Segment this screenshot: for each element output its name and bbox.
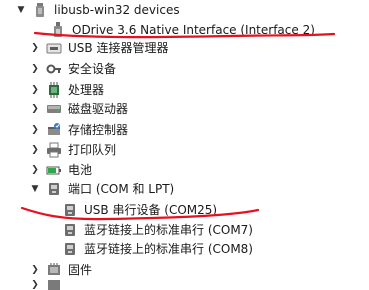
- tree-item-bt-serial-com7[interactable]: 蓝牙链接上的标准串行 (COM7): [62, 220, 253, 240]
- tree-item-label: USB 连接器管理器: [68, 41, 169, 55]
- device-icon: [46, 280, 62, 290]
- battery-icon: [46, 162, 62, 178]
- tree-item-label: 磁盘驱动器: [68, 102, 129, 116]
- chevron-right-icon[interactable]: ❯: [28, 99, 42, 119]
- tree-item-label: 电池: [68, 163, 93, 177]
- chevron-right-icon[interactable]: ❯: [28, 120, 42, 140]
- tree-item-label: 处理器: [68, 83, 105, 97]
- usb-connector-icon: [46, 40, 62, 56]
- tree-item-odrive[interactable]: ODrive 3.6 Native Interface (Interface 2…: [50, 20, 315, 40]
- tree-item-firmware[interactable]: ❯ 固件: [28, 260, 92, 280]
- tree-item-label: USB 串行设备 (COM25): [84, 203, 218, 217]
- tree-item-print-queues[interactable]: ❯ 打印队列: [28, 140, 116, 160]
- tree-item-label: 安全设备: [68, 62, 117, 76]
- security-key-icon: [46, 61, 62, 77]
- disk-drive-icon: [46, 101, 62, 117]
- usb-plug-icon: [50, 22, 66, 38]
- tree-item-label: libusb-win32 devices: [54, 3, 180, 17]
- firmware-icon: [46, 262, 62, 278]
- printer-icon: [46, 142, 62, 158]
- port-icon: [46, 181, 62, 197]
- chevron-right-icon: ❯: [31, 280, 39, 290]
- tree-item-label: 打印队列: [68, 143, 117, 157]
- tree-item-usb-connector-manager[interactable]: ❯ USB 连接器管理器: [28, 38, 168, 58]
- chevron-right-icon[interactable]: ❯: [28, 80, 42, 100]
- tree-item-security-devices[interactable]: ❯ 安全设备: [28, 59, 116, 79]
- tree-item-label: 蓝牙链接上的标准串行 (COM8): [84, 242, 253, 256]
- chevron-down-icon[interactable]: ▼: [14, 0, 28, 20]
- port-icon: [62, 202, 78, 218]
- port-icon: [62, 241, 78, 257]
- tree-item-processors[interactable]: ❯ 处理器: [28, 80, 104, 100]
- chevron-right-icon[interactable]: ❯: [28, 140, 42, 160]
- tree-item-disk-drives[interactable]: ❯ 磁盘驱动器: [28, 99, 128, 119]
- chevron-right-icon[interactable]: ❯: [28, 260, 42, 280]
- device-tree: ▼ libusb-win32 devices ODrive 3.6 Native…: [0, 0, 369, 290]
- tree-item-storage-controllers[interactable]: ❯ 存储控制器: [28, 120, 128, 140]
- chevron-right-icon[interactable]: ❯: [28, 59, 42, 79]
- tree-item-label: 存储控制器: [68, 123, 129, 137]
- tree-item-ports[interactable]: ▼ 端口 (COM 和 LPT): [28, 179, 175, 199]
- port-icon: [62, 222, 78, 238]
- tree-item-bt-serial-com8[interactable]: 蓝牙链接上的标准串行 (COM8): [62, 239, 253, 259]
- chevron-right-icon[interactable]: ❯: [28, 160, 42, 180]
- chevron-right-icon[interactable]: ❯: [28, 38, 42, 58]
- processor-icon: [46, 82, 62, 98]
- tree-item-usb-serial-com25[interactable]: USB 串行设备 (COM25): [62, 200, 217, 220]
- tree-item-label: ODrive 3.6 Native Interface (Interface 2…: [72, 23, 315, 37]
- storage-controller-icon: [46, 122, 62, 138]
- tree-item-label: 蓝牙链接上的标准串行 (COM7): [84, 223, 253, 237]
- tree-item-libusb[interactable]: ▼ libusb-win32 devices: [14, 0, 180, 20]
- usb-device-icon: [32, 2, 48, 18]
- tree-item-batteries[interactable]: ❯ 电池: [28, 160, 92, 180]
- tree-item-label: 固件: [68, 263, 93, 277]
- tree-item-label: 端口 (COM 和 LPT): [68, 182, 175, 196]
- tree-item-partial: ❯: [28, 280, 68, 290]
- chevron-down-icon[interactable]: ▼: [28, 179, 42, 199]
